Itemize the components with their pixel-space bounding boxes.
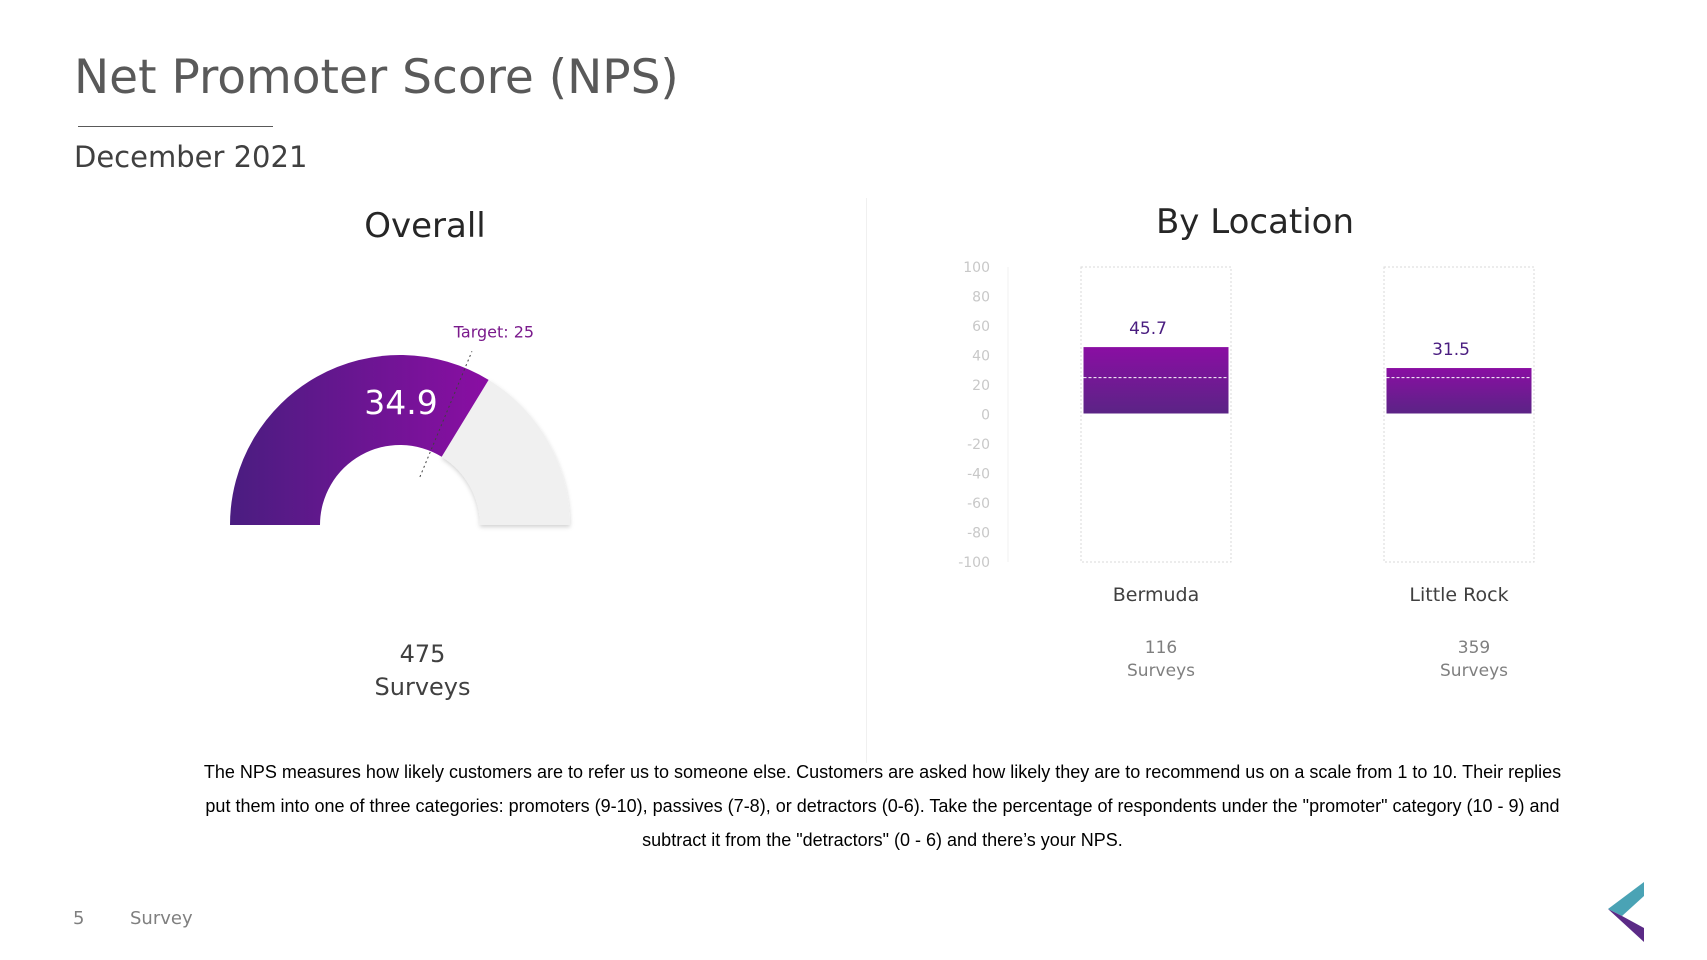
y-tick-label: 60: [972, 319, 990, 335]
location-survey-count: 359: [1457, 638, 1491, 658]
y-tick-label: -60: [967, 496, 990, 512]
by-location-chart: 100 80 60 40 20 0 -20 -40 -60 -80 -100 45.7 Bermuda…: [958, 260, 1535, 606]
location-survey-count: 116: [1144, 638, 1178, 658]
bar-bermuda: [1083, 347, 1229, 415]
y-tick-label: 100: [963, 260, 990, 276]
y-tick-label: 20: [972, 378, 990, 394]
gauge-score: 34.9: [364, 383, 437, 422]
y-tick-label: -20: [967, 437, 990, 453]
gauge-target-label: Target: 25: [453, 322, 534, 341]
category-label: Little Rock: [1409, 584, 1508, 606]
y-tick-label: -100: [958, 555, 990, 571]
section-divider: [866, 198, 867, 763]
location-survey-unit: Surveys: [1127, 661, 1195, 681]
footer-label: Survey: [130, 908, 193, 929]
bar-value-label: 45.7: [1129, 319, 1167, 339]
y-tick-label: -80: [967, 526, 990, 542]
page-title: Net Promoter Score (NPS): [74, 50, 679, 105]
gauge-fill: [230, 355, 489, 525]
overall-gauge: Target: 25 34.9: [230, 322, 570, 525]
bar-little-rock: [1386, 368, 1532, 415]
nps-description: The NPS measures how likely customers ar…: [203, 762, 1562, 850]
logo-teal-shape: [1608, 882, 1644, 916]
y-tick-label: 80: [972, 290, 990, 306]
logo-purple-shape: [1608, 909, 1644, 942]
by-location-heading: By Location: [1155, 202, 1355, 242]
page-subtitle: December 2021: [74, 140, 308, 174]
overall-heading: Overall: [364, 206, 486, 246]
category-label: Bermuda: [1113, 584, 1199, 606]
location-survey-unit: Surveys: [1440, 661, 1508, 681]
y-tick-label: -40: [967, 467, 990, 483]
overall-survey-count: 475: [399, 640, 446, 668]
y-tick-label: 0: [981, 408, 990, 424]
bar-value-label: 31.5: [1432, 340, 1470, 360]
page-number: 5: [73, 908, 85, 929]
title-underline: [78, 126, 273, 127]
company-logo: [1608, 882, 1644, 942]
y-tick-label: 40: [972, 349, 990, 365]
overall-survey-unit: Surveys: [374, 673, 471, 701]
